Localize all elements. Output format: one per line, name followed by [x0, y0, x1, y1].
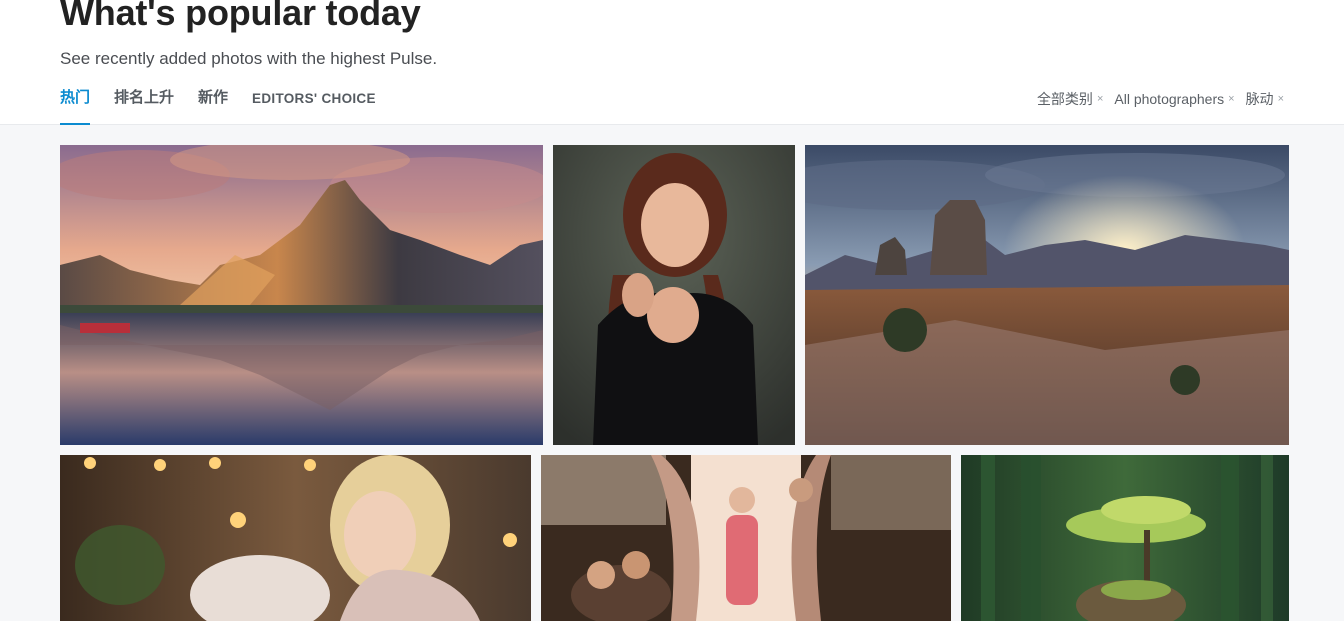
photo-tree-on-rock[interactable]: [961, 455, 1289, 621]
sort-filter[interactable]: 脉动 ×: [1246, 89, 1284, 109]
clear-sort-icon[interactable]: ×: [1278, 93, 1284, 105]
sunset-rocks-image: [805, 145, 1289, 445]
clear-category-icon[interactable]: ×: [1097, 93, 1103, 105]
feed-tabs: 热门 排名上升 新作 EDITORS' CHOICE: [60, 86, 400, 125]
photo-blonde-bokeh[interactable]: [60, 455, 531, 621]
sort-filter-label: 脉动: [1245, 91, 1274, 107]
photographer-filter[interactable]: All photographers ×: [1114, 91, 1234, 107]
photo-sunset-rocks[interactable]: [805, 145, 1289, 445]
portrait-braids-image: [553, 145, 795, 445]
photo-family-window[interactable]: [541, 455, 951, 621]
photo-mountain-lake[interactable]: [60, 145, 543, 445]
photo-portrait-braids[interactable]: [553, 145, 795, 445]
mountain-lake-image: [60, 145, 543, 445]
tab-fresh[interactable]: 新作: [198, 86, 228, 125]
page-header: What's popular today See recently added …: [0, 0, 1344, 125]
family-window-image: [541, 455, 951, 621]
category-filter[interactable]: 全部类别 ×: [1037, 89, 1103, 109]
tab-popular[interactable]: 热门: [60, 86, 91, 125]
page-title: What's popular today: [60, 0, 421, 33]
blonde-bokeh-image: [60, 455, 531, 621]
tree-on-rock-image: [961, 455, 1289, 621]
clear-photographer-icon[interactable]: ×: [1228, 93, 1234, 105]
page-subtitle: See recently added photos with the highe…: [60, 49, 438, 68]
photographer-filter-label: All photographers: [1114, 91, 1225, 107]
filter-bar: 全部类别 × All photographers × 脉动 ×: [1026, 89, 1284, 109]
tab-upcoming[interactable]: 排名上升: [114, 86, 174, 125]
tab-editors-choice[interactable]: EDITORS' CHOICE: [252, 86, 376, 125]
category-filter-label: 全部类别: [1036, 91, 1093, 107]
